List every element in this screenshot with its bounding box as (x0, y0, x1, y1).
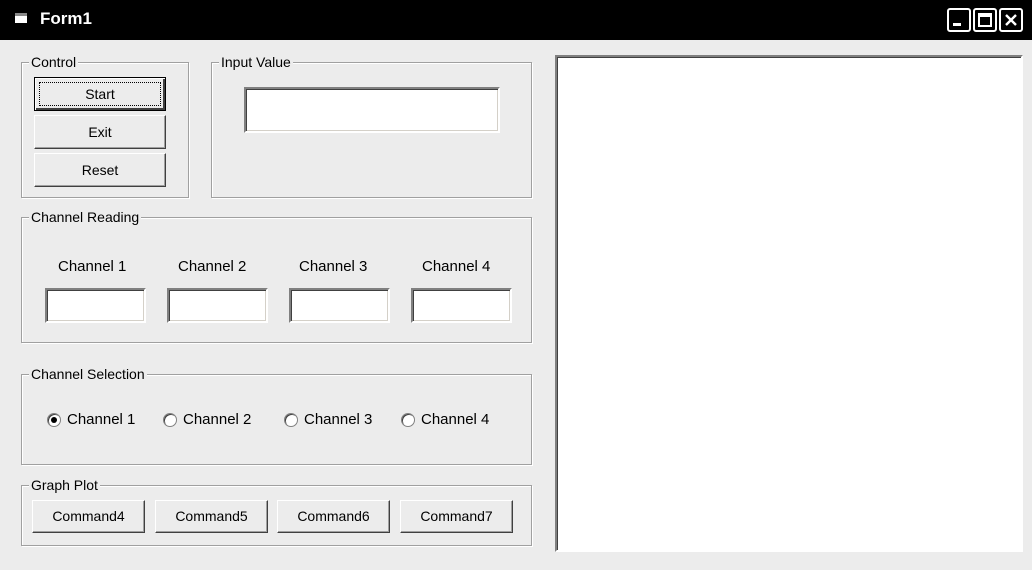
exit-button[interactable]: Exit (34, 115, 166, 149)
channel-selection-frame-label: Channel Selection (29, 366, 147, 382)
radio-button-icon (47, 412, 61, 427)
channel-1-radio-label: Channel 1 (67, 411, 136, 428)
channel-1-radio[interactable]: Channel 1 (47, 411, 135, 428)
command5-button[interactable]: Command5 (155, 500, 268, 533)
channel-3-radio-label: Channel 3 (304, 411, 373, 428)
graph-plot-frame: Graph Plot Command4 Command5 Command6 Co… (21, 477, 532, 546)
radio-dot-icon (51, 416, 57, 423)
channel-1-reading-field[interactable] (45, 288, 146, 323)
channel-4-reading-label: Channel 4 (422, 258, 491, 275)
reset-button[interactable]: Reset (34, 153, 166, 187)
maximize-button[interactable] (973, 8, 997, 32)
channel-4-radio[interactable]: Channel 4 (401, 411, 489, 428)
command4-button[interactable]: Command4 (32, 500, 145, 533)
channel-2-radio[interactable]: Channel 2 (163, 411, 251, 428)
control-frame: Control Start Exit Reset (21, 54, 189, 198)
channel-1-reading-label: Channel 1 (58, 258, 127, 275)
start-button-label: Start (85, 86, 115, 102)
radio-button-icon (284, 412, 298, 427)
exit-button-label: Exit (88, 124, 112, 140)
control-frame-label: Control (29, 54, 79, 70)
reset-button-label: Reset (81, 162, 119, 178)
input-value-field[interactable] (244, 87, 500, 133)
radio-button-icon (163, 412, 177, 427)
maximize-icon (978, 13, 992, 27)
form-window: Form1 Control Start Exit Reset Input Val… (0, 0, 1032, 570)
channel-3-reading-field[interactable] (289, 288, 390, 323)
form-icon (15, 13, 27, 23)
close-icon (1005, 14, 1017, 26)
channel-4-radio-label: Channel 4 (421, 411, 490, 428)
channel-3-reading-label: Channel 3 (299, 258, 368, 275)
channel-4-reading-field[interactable] (411, 288, 512, 323)
command7-button[interactable]: Command7 (400, 500, 513, 533)
start-button[interactable]: Start (34, 77, 166, 111)
title-bar[interactable]: Form1 (0, 0, 1032, 40)
graph-plot-frame-label: Graph Plot (29, 477, 100, 493)
command4-button-label: Command4 (52, 508, 125, 524)
channel-2-radio-label: Channel 2 (183, 411, 252, 428)
channel-3-radio[interactable]: Channel 3 (284, 411, 372, 428)
minimize-button[interactable] (947, 8, 971, 32)
command6-button[interactable]: Command6 (277, 500, 390, 533)
channel-2-reading-label: Channel 2 (178, 258, 247, 275)
input-value-frame-label: Input Value (219, 54, 293, 70)
form-client-area: Control Start Exit Reset Input Value Cha… (8, 44, 1026, 562)
channel-selection-frame: Channel Selection Channel 1 Channel 2 Ch… (21, 366, 532, 465)
command7-button-label: Command7 (420, 508, 493, 524)
radio-button-icon (401, 412, 415, 427)
channel-reading-frame: Channel Reading Channel 1 Channel 2 Chan… (21, 209, 532, 343)
channel-2-reading-field[interactable] (167, 288, 268, 323)
minimize-icon (953, 23, 961, 26)
close-button[interactable] (999, 8, 1023, 32)
input-value-frame: Input Value (211, 54, 532, 198)
command6-button-label: Command6 (297, 508, 370, 524)
graph-picture-box[interactable] (555, 55, 1023, 552)
channel-reading-frame-label: Channel Reading (29, 209, 142, 225)
window-title: Form1 (40, 9, 92, 28)
command5-button-label: Command5 (175, 508, 248, 524)
